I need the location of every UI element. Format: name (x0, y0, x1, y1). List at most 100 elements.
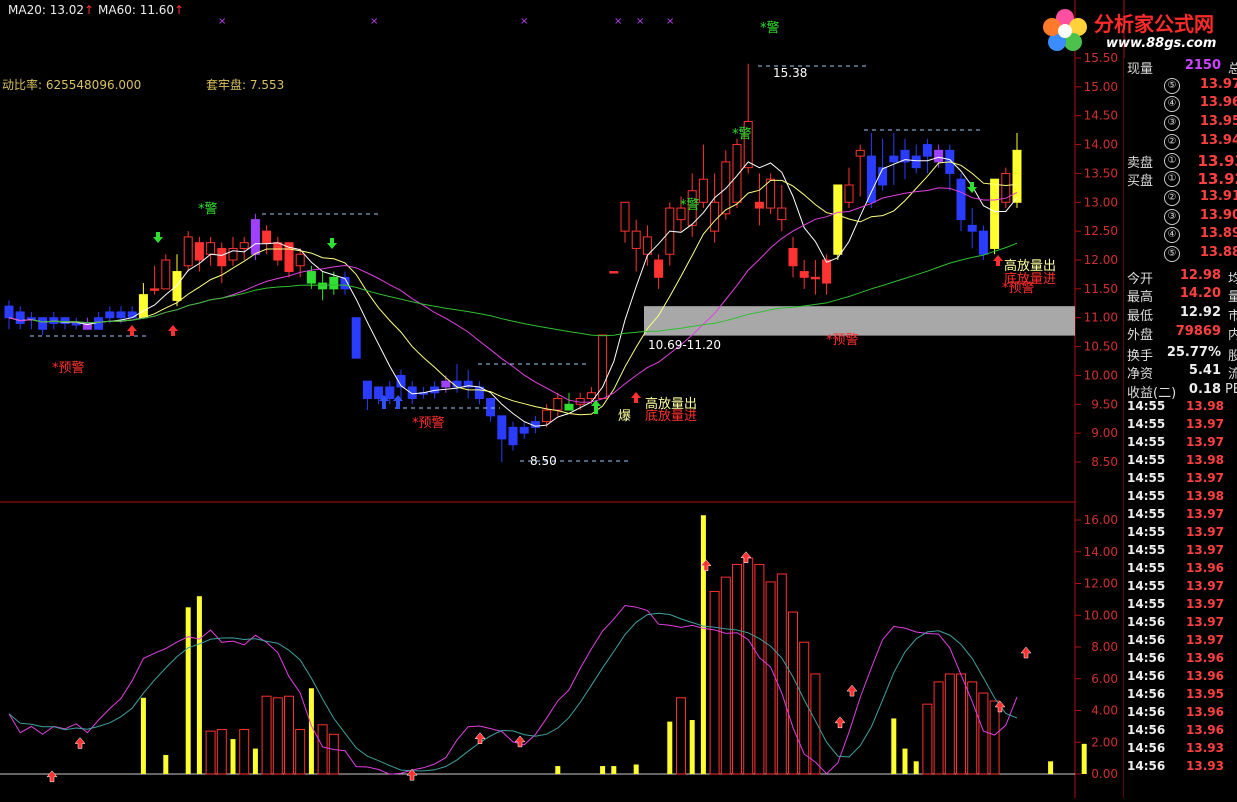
candle-body (161, 259, 171, 290)
burst-label: 爆 (618, 409, 631, 424)
candle-body (497, 415, 507, 440)
tick-row: 14:55 13.97 (1124, 597, 1237, 615)
volume-bar (956, 673, 966, 775)
quote-row: 最高 14.20 量 (1124, 286, 1237, 306)
volume-bar (933, 681, 944, 775)
quote-row: ⑤ 13.88 (1124, 245, 1237, 263)
candle-body (519, 426, 529, 434)
tick-price: 13.97 (1186, 525, 1224, 539)
chart-stage: 15.50 15.00 14.50 14.00 13.50 13.00 12.50 12.00… (0, 0, 1237, 798)
y-tick-label: 14.00 (1084, 138, 1118, 152)
tick-price: 13.93 (1186, 759, 1224, 773)
quote-value: 13.92 (1197, 170, 1237, 189)
volume-bar (205, 730, 216, 775)
sell-arrow-icon (327, 238, 337, 249)
tick-row: 14:55 13.97 (1124, 417, 1237, 435)
tick-time: 14:56 (1127, 669, 1166, 683)
chart-svg: 15.5015.0014.5014.0013.5013.0012.5012.00… (0, 0, 1237, 798)
quote-row: 今开 12.98 均 (1124, 267, 1237, 287)
candle-body (822, 259, 832, 284)
volume-bar (239, 729, 250, 775)
low-volume-in-label: 底放量进 (645, 408, 697, 424)
candle-body (228, 247, 238, 261)
signal-arrow-icon (740, 551, 752, 563)
volume-bar (284, 695, 294, 775)
candle-body (654, 259, 664, 278)
quote-value: 13.96 (1199, 95, 1237, 111)
tick-row: 14:55 13.97 (1124, 471, 1237, 489)
tick-row: 14:56 13.96 (1124, 651, 1237, 669)
oscillator-line (8, 604, 1018, 775)
tick-price: 13.98 (1186, 399, 1224, 413)
buy-arrow-icon (168, 325, 178, 336)
low-price-label: 8.50 (530, 454, 557, 468)
sub-y-tick-label: 8.00 (1091, 640, 1118, 654)
volume-bar (922, 703, 933, 775)
quote-tail: 量 (1227, 290, 1237, 306)
y-tick-label: 11.00 (1084, 311, 1118, 325)
volume-bar (689, 720, 695, 774)
tick-price: 13.98 (1186, 489, 1224, 503)
tick-price: 13.97 (1186, 471, 1224, 485)
buy-arrow-icon (127, 325, 137, 336)
y-tick-label: 8.50 (1091, 455, 1118, 469)
tick-price: 13.95 (1186, 687, 1224, 701)
tick-row: 14:56 13.95 (1124, 687, 1237, 705)
quote-label: 最低 (1127, 309, 1154, 325)
tick-time: 14:55 (1127, 525, 1166, 539)
candle-body (777, 207, 787, 221)
trap-readout: 套牢盘: 7.553 (206, 78, 285, 92)
quote-value: 13.90 (1199, 207, 1237, 223)
signal-marker-icon: × (614, 16, 622, 27)
tick-price: 13.98 (1186, 453, 1224, 467)
tick-time: 14:55 (1127, 417, 1166, 431)
pre-warning-label: *预警 (52, 360, 85, 376)
tick-time: 14:56 (1127, 687, 1166, 701)
candle-body (262, 230, 272, 244)
y-tick-label: 10.00 (1084, 368, 1118, 382)
volume-bar (765, 581, 776, 775)
tick-row: 14:56 13.97 (1124, 633, 1237, 651)
tick-price: 13.97 (1186, 543, 1224, 557)
candle-body (978, 230, 988, 255)
y-tick-label: 11.50 (1084, 282, 1118, 296)
oscillator-signal-line (8, 612, 1018, 772)
volume-bar (913, 761, 919, 774)
signal-marker-icon: × (370, 16, 378, 27)
signal-marker-icon: × (666, 16, 674, 27)
candle-body (38, 317, 48, 330)
volume-bar (967, 681, 978, 775)
quote-value: 12.98 (1179, 267, 1221, 283)
sub-y-tick-label: 0.00 (1091, 767, 1118, 781)
candle-body (4, 305, 14, 319)
level-index: ④ (1164, 96, 1180, 113)
candle-body (799, 271, 809, 278)
tick-row: 14:55 13.96 (1124, 561, 1237, 579)
volume-bar (720, 576, 731, 775)
quote-row: ③ 13.90 (1124, 208, 1237, 226)
signal-arrow-icon (1020, 646, 1032, 659)
tick-time: 14:55 (1127, 507, 1166, 521)
volume-bar (700, 515, 706, 774)
candle-body (239, 242, 249, 249)
quote-value: 25.77% (1166, 344, 1221, 360)
level-index: ④ (1164, 227, 1180, 244)
range-band-label: 10.69-11.20 (648, 338, 721, 352)
candle-body (732, 144, 742, 203)
candle-body (329, 276, 339, 290)
quote-value: 13.93 (1197, 151, 1237, 170)
sub-y-tick-label: 16.00 (1084, 513, 1118, 527)
pre-warning-label: *预警 (826, 332, 859, 348)
candle-body (217, 247, 227, 267)
quote-row: 最低 12.92 市 (1124, 305, 1237, 325)
tick-time: 14:55 (1127, 561, 1166, 575)
candle-body (754, 201, 764, 209)
quote-value: 13.88 (1199, 245, 1237, 260)
candle-body (362, 380, 372, 400)
quote-row: ② 13.94 (1124, 133, 1237, 151)
y-tick-label: 14.50 (1084, 109, 1118, 123)
signal-arrow-icon (474, 732, 486, 744)
quote-value: 79869 (1175, 323, 1221, 339)
quote-value: 13.89 (1199, 226, 1237, 242)
volume-bar (600, 766, 606, 774)
